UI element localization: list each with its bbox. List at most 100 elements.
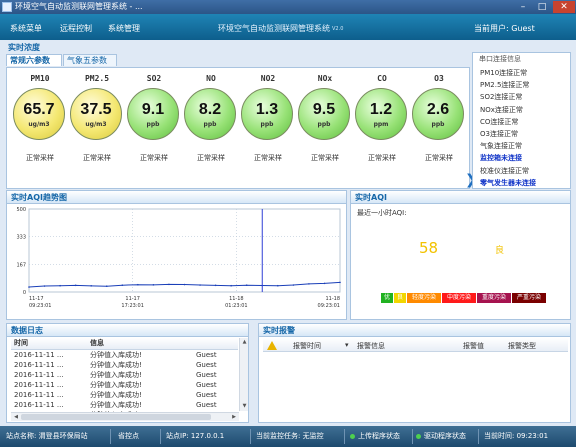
scroll-down-icon[interactable]: ▼ — [241, 403, 248, 410]
y-tick-label: 333 — [16, 235, 26, 241]
gauge-unit: ug/m3 — [85, 121, 107, 128]
gauge-value: 2.6 — [426, 101, 450, 118]
x-tick-time: 09:23:01 — [29, 303, 51, 309]
alarm-col-info[interactable]: 报警信息 — [357, 341, 385, 351]
table-cell: 分钟值入库成功! — [90, 400, 142, 409]
status-divider — [478, 429, 479, 444]
alarm-col-type[interactable]: 报警类型 — [508, 341, 536, 351]
alarm-col-time[interactable]: 报警时间 — [293, 341, 321, 351]
current-user: 当前用户: Guest — [474, 24, 535, 33]
aqi-trend-title: 实时AQI趋势图 — [11, 193, 67, 202]
gauge-label: PM2.5 — [84, 74, 110, 83]
table-row[interactable]: 2016-11-11 ... 分钟值入库成功! Guest — [11, 360, 238, 370]
table-cell: Guest — [196, 350, 217, 359]
menu-system[interactable]: 系统菜单 — [10, 23, 42, 34]
gauge-status: 正常采样 — [83, 154, 111, 162]
gauge-co: CO 1.2 ppm 正常采样 — [351, 68, 413, 188]
gauge-status: 正常采样 — [26, 154, 54, 162]
aqi-level: 良 — [495, 246, 505, 256]
maximize-button[interactable]: □ — [533, 1, 551, 13]
sort-down-icon[interactable]: ▾ — [345, 341, 349, 349]
gauge-status: 正常采样 — [368, 154, 396, 162]
gauge-label: CO — [377, 74, 387, 83]
table-row[interactable]: 2016-11-11 ... 分钟值入库成功! Guest — [11, 400, 238, 410]
log-col-time[interactable]: 时间 — [11, 338, 87, 350]
gauge-unit: ppb — [317, 121, 331, 128]
table-row[interactable]: 2016-11-11 ... 分钟值入库成功! Guest — [11, 380, 238, 390]
x-tick-date: 11-18 — [229, 296, 244, 302]
aqi-data-point — [277, 284, 279, 287]
table-cell: 2016-11-11 ... — [14, 390, 64, 399]
x-tick-time: 09:23:01 — [318, 303, 340, 309]
connection-item: 零气发生器未连接 — [480, 178, 536, 187]
gauge-dial[interactable]: 65.7 ug/m3 — [13, 88, 65, 140]
y-tick-label: 0 — [23, 290, 26, 296]
gauge-dial[interactable]: 1.2 ppm — [355, 88, 407, 140]
tab-regular-six[interactable]: 常规六参数 — [6, 54, 62, 66]
gauge-label: NO — [206, 74, 216, 83]
log-horizontal-scrollbar[interactable]: ◀ ▶ — [11, 412, 239, 421]
alarm-col-value[interactable]: 报警值 — [463, 341, 484, 351]
warning-icon — [267, 341, 277, 350]
connection-panel: 串口连接信息 PM10连接正常 PM2.5连接正常 SO2连接正常 NOx连接正常 CO… — [472, 52, 571, 189]
x-tick-time: 17:23:01 — [121, 303, 143, 309]
alarm-panel: 实时报警 报警时间 ▾ 报警信息 报警值 报警类型 — [258, 323, 571, 423]
status-bar: 站点名称: 渭登县环保局站 省控点 站点IP: 127.0.0.1 当前监控任务… — [0, 426, 576, 447]
connection-title: 串口连接信息 — [479, 55, 521, 63]
y-tick-label: 167 — [16, 262, 26, 268]
gauge-dial[interactable]: 2.6 ppb — [412, 88, 464, 140]
aqi-trend-head: 实时AQI趋势图 — [7, 191, 346, 204]
connection-item: O3连接正常 — [480, 130, 518, 139]
table-cell: 分钟值入库成功! — [90, 360, 142, 369]
aqi-now-panel: 实时AQI 最近一小时AQI: 58 良 优良轻度污染 中度污染 重度污染 严重污染 — [350, 190, 571, 320]
menu-remote-control[interactable]: 远程控制 — [60, 23, 92, 34]
menu-system-management[interactable]: 系统管理 — [108, 23, 140, 34]
x-tick-date: 11-17 — [125, 296, 140, 302]
gauge-dial[interactable]: 9.1 ppb — [127, 88, 179, 140]
aqi-data-point — [308, 283, 310, 285]
log-col-info[interactable]: 信息 — [87, 338, 193, 350]
close-button[interactable]: ✕ — [553, 1, 575, 13]
gauge-panel: PM10 65.7 ug/m3 正常采样 PM2.5 37.5 ug/m3 正常采样 SO2 9.… — [6, 67, 477, 189]
gauge-o3: O3 2.6 ppb 正常采样 — [408, 68, 470, 188]
gauge-status: 正常采样 — [197, 154, 225, 162]
minimize-button[interactable]: – — [514, 1, 532, 13]
connection-item: NOx连接正常 — [480, 105, 523, 114]
table-cell: 分钟值入库成功! — [90, 390, 142, 399]
app-window: 环境空气自动监测联网管理系统 - ... – □ ✕ 系统菜单 远程控制 系统管… — [0, 0, 576, 447]
gauge-unit: ppb — [203, 121, 217, 128]
gauge-no2: NO2 1.3 ppb 正常采样 — [237, 68, 299, 188]
connection-list: PM10连接正常 PM2.5连接正常 SO2连接正常 NOx连接正常 CO连接正常 O3连… — [480, 67, 536, 189]
connection-item: 校准仪连接正常 — [480, 166, 529, 175]
aqi-data-point — [74, 284, 77, 287]
scroll-right-icon[interactable]: ▶ — [230, 413, 238, 421]
log-vertical-scrollbar[interactable]: ▲ ▼ — [239, 338, 248, 411]
alarm-header-row: 报警时间 ▾ 报警信息 报警值 报警类型 — [263, 338, 568, 352]
log-col-user[interactable] — [193, 338, 238, 350]
connection-item: 监控箱未连接 — [480, 154, 522, 163]
table-cell: Guest — [196, 360, 217, 369]
scroll-left-icon[interactable]: ◀ — [12, 413, 20, 421]
version-label: V2.0 — [332, 26, 344, 32]
gauge-dial[interactable]: 8.2 ppb — [184, 88, 236, 140]
gauge-dial[interactable]: 37.5 ug/m3 — [70, 88, 122, 140]
table-row[interactable]: 2016-11-11 ... 分钟值入库成功! Guest — [11, 370, 238, 380]
gauge-unit: ppm — [373, 121, 389, 128]
driver-status: 驱动程序状态 — [416, 426, 466, 447]
tab-meteorology-five[interactable]: 气象五参数 — [63, 54, 117, 66]
gauge-status: 正常采样 — [425, 154, 453, 162]
gauge-unit: ppb — [431, 121, 445, 128]
status-divider — [412, 429, 413, 444]
table-row[interactable]: 2016-11-11 ... 分钟值入库成功! Guest — [11, 349, 238, 360]
table-row[interactable]: 2016-11-11 ... 分钟值入库成功! Guest — [11, 390, 238, 400]
gauge-so2: SO2 9.1 ppb 正常采样 — [123, 68, 185, 188]
gauge-dial[interactable]: 9.5 ppb — [298, 88, 350, 140]
scroll-thumb[interactable] — [21, 414, 211, 420]
aqi-now-title: 实时AQI — [355, 193, 387, 202]
table-cell: 分钟值入库成功! — [90, 370, 142, 379]
scroll-up-icon[interactable]: ▲ — [241, 339, 248, 346]
gauge-dial[interactable]: 1.3 ppb — [241, 88, 293, 140]
table-cell: Guest — [196, 370, 217, 379]
aqi-data-point — [137, 283, 139, 286]
upload-status: 上传程序状态 — [350, 426, 400, 447]
